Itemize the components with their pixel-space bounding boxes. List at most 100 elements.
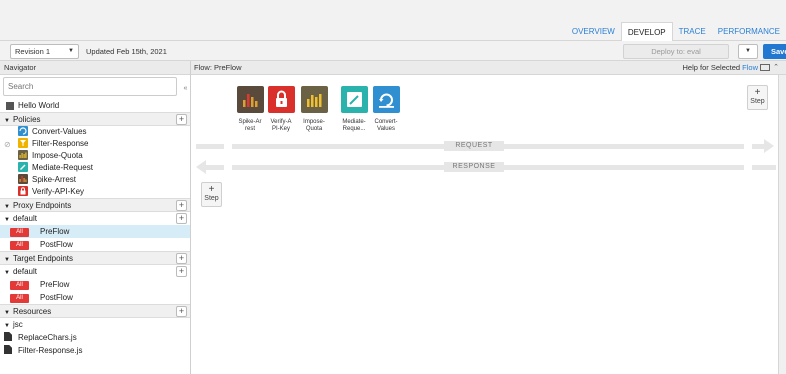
collapse-navigator-icon[interactable]: « — [180, 76, 191, 101]
section-proxy-endpoints[interactable]: ▼ Proxy Endpoints + — [0, 198, 190, 212]
flow-step-label-line2: rest — [244, 126, 255, 132]
flow-step-convert-values[interactable]: Convert- Values — [372, 86, 400, 133]
panel-icon — [760, 64, 770, 71]
top-bar: OVERVIEW DEVELOP TRACE PERFORMANCE — [0, 0, 786, 42]
tab-overview[interactable]: OVERVIEW — [566, 22, 621, 41]
flow-label: PostFlow — [40, 240, 73, 249]
section-target-endpoints-label: Target Endpoints — [12, 254, 73, 263]
resource-folder-item[interactable]: ▼ jsc — [0, 318, 190, 331]
help-prefix: Help for Selected — [682, 63, 741, 72]
quota-icon — [18, 150, 28, 160]
flow-step-impose-quota[interactable]: Impose- Quota — [300, 86, 328, 133]
add-proxy-endpoint-button[interactable]: + — [176, 200, 187, 211]
request-lane-segment — [196, 144, 224, 149]
policy-label: Mediate-Request — [32, 163, 93, 172]
response-lane-head — [206, 165, 224, 170]
section-resources-label: Resources — [12, 307, 52, 316]
flow-title: Flow: PreFlow — [194, 63, 242, 72]
proxy-icon — [6, 102, 14, 110]
flow-step-label-line1: Convert- — [374, 119, 398, 125]
proxy-postflow-item[interactable]: All PostFlow — [0, 238, 190, 251]
flow-step-verify-api-key[interactable]: Verify-A PI-Key — [267, 86, 295, 133]
section-policies-label: Policies — [12, 115, 41, 124]
add-request-step-button[interactable]: + Step — [747, 85, 768, 110]
target-default-label: default — [12, 267, 37, 276]
arrow-left-icon — [196, 160, 206, 174]
resource-folder-label: jsc — [12, 320, 23, 329]
resource-item[interactable]: ReplaceChars.js — [0, 331, 190, 344]
response-lane: RESPONSE — [196, 160, 776, 174]
policy-item-convert-values[interactable]: Convert-Values — [0, 126, 190, 138]
response-label: RESPONSE — [444, 162, 504, 172]
policy-item-spike-arrest[interactable]: Spike-Arrest — [0, 174, 190, 186]
spike-icon — [18, 174, 28, 184]
lock-icon — [18, 186, 28, 196]
flow-step-mediate-request[interactable]: Mediate- Reque... — [340, 86, 368, 133]
navigator-list: Hello World ▼ Policies + Convert-Values ⊘… — [0, 101, 190, 357]
convert-icon — [372, 86, 400, 113]
file-icon — [4, 345, 12, 354]
save-button[interactable]: Save — [763, 44, 786, 59]
target-postflow-item[interactable]: All PostFlow — [0, 291, 190, 304]
flow-step-label-line1: Spike-Ar — [238, 119, 262, 125]
resource-label: ReplaceChars.js — [18, 333, 77, 342]
flow-step-spike-arrest[interactable]: Spike-Ar rest — [236, 86, 264, 133]
add-response-step-button[interactable]: + Step — [201, 182, 222, 207]
policy-item-impose-quota[interactable]: Impose-Quota — [0, 150, 190, 162]
resource-label: Filter-Response.js — [18, 346, 83, 355]
policy-item-filter-response[interactable]: ⊘ Filter-Response — [0, 138, 190, 150]
help-link[interactable]: Help for Selected Flow — [683, 61, 770, 75]
updated-date: Updated Feb 15th, 2021 — [86, 47, 167, 56]
proxy-root-item[interactable]: Hello World — [0, 100, 190, 112]
chevron-up-icon[interactable]: ⌃ — [773, 61, 779, 75]
policy-label: Filter-Response — [32, 139, 89, 148]
section-resources[interactable]: ▼ Resources + — [0, 304, 190, 318]
policy-label: Convert-Values — [32, 127, 87, 136]
filter-icon — [18, 138, 28, 148]
add-proxy-flow-button[interactable]: + — [176, 213, 187, 224]
flow-label: PostFlow — [40, 293, 73, 302]
request-label: REQUEST — [444, 141, 504, 151]
target-default-item[interactable]: ▼ default + — [0, 265, 190, 278]
tab-trace[interactable]: TRACE — [673, 22, 712, 41]
policy-label: Spike-Arrest — [32, 175, 77, 184]
deploy-dropdown-button[interactable]: ▼ — [738, 44, 758, 59]
chevron-down-icon: ▼ — [68, 48, 74, 54]
search-input[interactable] — [3, 77, 177, 96]
help-flow-link[interactable]: Flow — [742, 63, 758, 72]
proxy-preflow-item[interactable]: All PreFlow — [0, 225, 190, 238]
request-lane: REQUEST — [196, 139, 776, 153]
flow-step-label-line1: Mediate- — [342, 119, 366, 125]
revision-select[interactable]: Revision 1 ▼ — [10, 44, 79, 59]
section-proxy-endpoints-label: Proxy Endpoints — [12, 201, 72, 210]
chevron-down-icon: ▼ — [745, 48, 751, 54]
policy-item-verify-api-key[interactable]: Verify-API-Key — [0, 186, 190, 198]
tab-develop[interactable]: DEVELOP — [620, 22, 673, 42]
properties-panel-strip[interactable] — [778, 75, 786, 374]
section-target-endpoints[interactable]: ▼ Target Endpoints + — [0, 251, 190, 265]
spike-icon — [236, 86, 264, 113]
add-target-flow-button[interactable]: + — [176, 266, 187, 277]
target-preflow-item[interactable]: All PreFlow — [0, 278, 190, 291]
tab-performance[interactable]: PERFORMANCE — [712, 22, 786, 41]
navigator-title: Navigator — [0, 61, 190, 75]
policy-label: Verify-API-Key — [32, 187, 85, 196]
revision-select-value: Revision 1 — [15, 47, 51, 56]
revision-bar: Revision 1 ▼ Updated Feb 15th, 2021 Depl… — [0, 41, 786, 61]
mediate-icon — [18, 162, 28, 172]
all-badge: All — [10, 241, 29, 250]
add-policy-button[interactable]: + — [176, 114, 187, 125]
resource-item[interactable]: Filter-Response.js — [0, 344, 190, 357]
flow-step-label-line2: Quota — [305, 126, 323, 132]
flow-label: PreFlow — [40, 227, 70, 236]
proxy-default-item[interactable]: ▼ default + — [0, 212, 190, 225]
add-target-endpoint-button[interactable]: + — [176, 253, 187, 264]
flow-step-label-line2: PI-Key — [271, 126, 290, 132]
all-badge: All — [10, 281, 29, 290]
flow-step-label-line2: Values — [377, 126, 395, 132]
quota-icon — [300, 86, 328, 113]
deploy-select[interactable]: Deploy to: eval — [623, 44, 729, 59]
add-resource-button[interactable]: + — [176, 306, 187, 317]
section-policies[interactable]: ▼ Policies + — [0, 112, 190, 126]
policy-item-mediate-request[interactable]: Mediate-Request — [0, 162, 190, 174]
